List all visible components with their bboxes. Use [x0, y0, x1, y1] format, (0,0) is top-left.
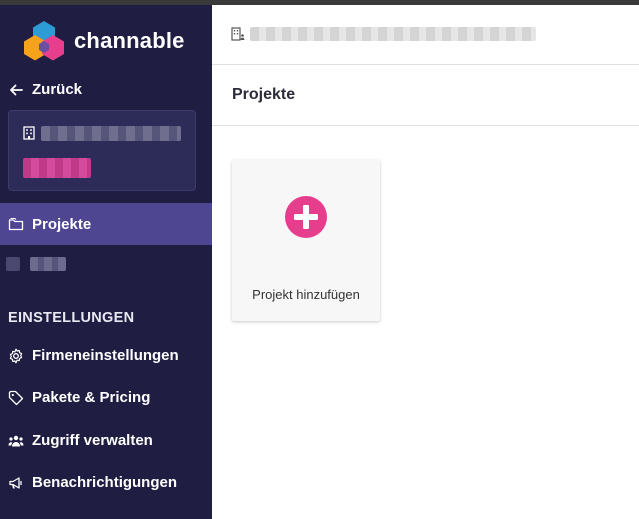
sidebar: channable Zurück Projekte EINSTELLUNGEN	[0, 5, 212, 519]
brand-logo[interactable]: channable	[22, 19, 185, 63]
sidebar-item-label: Pakete & Pricing	[32, 389, 151, 406]
sidebar-item-label: Firmeneinstellungen	[32, 347, 179, 364]
sidebar-item-benachrichtigungen[interactable]: Benachrichtigungen	[8, 474, 177, 491]
building-icon	[23, 126, 35, 140]
tag-icon	[8, 390, 24, 405]
section-heading-settings: EINSTELLUNGEN	[8, 310, 135, 326]
folder-icon	[8, 217, 24, 231]
arrow-left-icon	[10, 84, 23, 95]
building-people-icon	[231, 27, 245, 41]
back-label: Zurück	[32, 81, 83, 98]
brand-name: channable	[74, 28, 185, 53]
sidebar-item-label: Benachrichtigungen	[32, 474, 178, 491]
redacted-company-badge	[23, 158, 91, 178]
add-project-card[interactable]: Projekt hinzufügen	[232, 160, 380, 321]
sidebar-item-pakete-pricing[interactable]: Pakete & Pricing	[8, 389, 150, 406]
users-icon	[8, 435, 24, 446]
company-selector[interactable]	[8, 110, 196, 191]
megaphone-icon	[9, 476, 22, 489]
sidebar-item-projekte[interactable]: Projekte	[0, 203, 212, 245]
redacted-icon	[6, 257, 20, 271]
back-link[interactable]: Zurück	[8, 81, 82, 98]
page-title: Projekte	[232, 86, 296, 103]
page-title-bar: Projekte	[212, 65, 639, 126]
main-content: Projekte Projekt hinzufügen	[212, 5, 639, 519]
sidebar-item-zugriff-verwalten[interactable]: Zugriff verwalten	[8, 432, 153, 449]
sidebar-item-label: Projekte	[32, 215, 92, 233]
redacted-nav-item[interactable]	[30, 257, 66, 271]
plus-circle-icon	[285, 196, 327, 238]
gear-icon	[9, 348, 23, 363]
redacted-company-path	[250, 27, 536, 41]
channable-logo-icon	[24, 21, 64, 61]
add-project-label: Projekt hinzufügen	[252, 287, 360, 302]
main-header	[212, 5, 639, 65]
sidebar-item-firmeneinstellungen[interactable]: Firmeneinstellungen	[8, 347, 179, 364]
sidebar-item-label: Zugriff verwalten	[32, 432, 153, 449]
redacted-company-name	[41, 126, 181, 141]
